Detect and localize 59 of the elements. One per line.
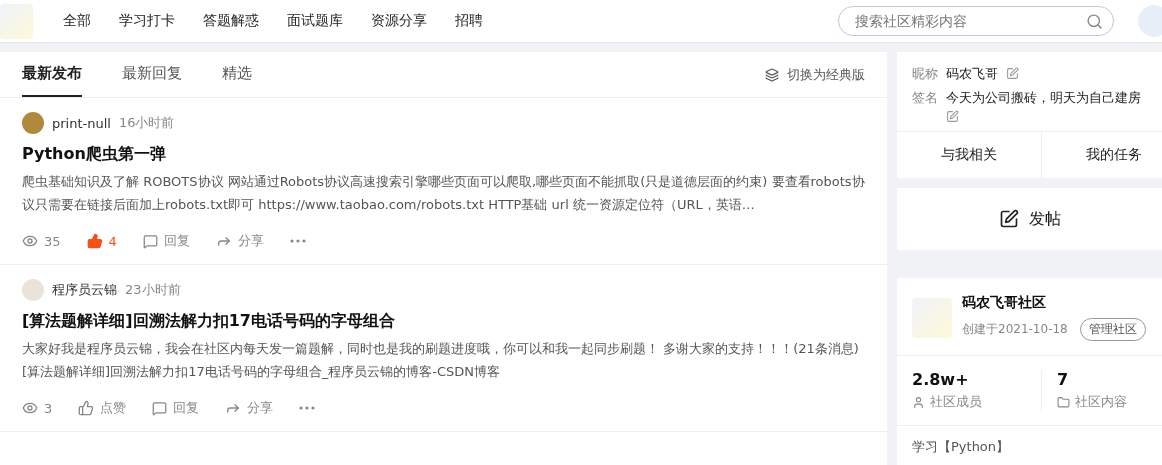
pen-icon: [998, 209, 1019, 229]
feed-tab[interactable]: 最新回复: [122, 52, 182, 97]
nav-link[interactable]: 面试题库: [287, 12, 343, 30]
nickname: 码农飞哥: [946, 65, 998, 83]
like-button[interactable]: 点赞: [78, 399, 127, 417]
author-name[interactable]: 程序员云锦: [52, 281, 117, 299]
edit-icon[interactable]: [946, 110, 959, 123]
profile-link[interactable]: 我的任务: [1042, 132, 1162, 178]
feed-tab[interactable]: 精选: [222, 52, 252, 97]
reply-button[interactable]: 回复: [142, 232, 190, 250]
nav-link[interactable]: 答题解惑: [203, 12, 259, 30]
comment-icon: [152, 400, 168, 416]
post-title[interactable]: Python爬虫第一弹: [22, 144, 865, 165]
stat-value: 7: [1057, 370, 1070, 389]
manage-button[interactable]: 管理社区: [1079, 318, 1146, 341]
community-name[interactable]: 码农飞哥社区: [962, 294, 1146, 312]
switch-view-link[interactable]: 切换为经典版: [765, 65, 865, 84]
community-logo: [912, 297, 952, 338]
folder-icon: [1057, 395, 1070, 409]
person-icon: [912, 395, 925, 409]
nav-link[interactable]: 资源分享: [371, 12, 427, 30]
post-excerpt: 大家好我是程序员云锦，我会在社区内每天发一篇题解，同时也是我的刷题进度哦，你可以和我一起同步刷题！ 多谢大家的支持！！！(21条消息) [算法题解详细]回溯法解力扣17电话号码的字母组合_程序员云锦的博客-CSDN博客: [22, 340, 860, 381]
more-icon: [299, 406, 316, 410]
thumbs-up-icon: [78, 400, 95, 416]
stat-label: 社区内容: [1075, 393, 1127, 411]
post-title[interactable]: [算法题解详细]回溯法解力扣17电话号码的字母组合: [22, 311, 865, 332]
eye-icon: [22, 233, 38, 249]
nav-link[interactable]: 学习打卡: [119, 12, 175, 30]
profile-link[interactable]: 与我相关: [897, 132, 1042, 178]
thumbs-up-icon: [86, 233, 103, 249]
author-avatar[interactable]: [22, 112, 44, 134]
field-label: 昵称: [912, 65, 938, 83]
search-icon[interactable]: [1086, 12, 1103, 30]
view-count: 3: [22, 400, 53, 416]
stat-label: 社区成员: [930, 393, 982, 411]
share-button[interactable]: 分享: [215, 232, 264, 250]
edit-icon[interactable]: [1006, 67, 1019, 80]
layout-icon: [765, 67, 779, 82]
created-date: 创建于2021-10-18: [962, 321, 1068, 338]
field-label: 签名: [912, 89, 938, 107]
post-time: 16小时前: [118, 114, 175, 132]
stat-value: 2.8w+: [912, 370, 970, 389]
post-time: 23小时前: [125, 281, 181, 299]
more-button[interactable]: [299, 406, 316, 410]
view-count: 35: [22, 233, 61, 249]
feed-tab[interactable]: 最新发布: [22, 52, 82, 97]
nav-link[interactable]: 全部: [63, 12, 91, 30]
nav-link[interactable]: 招聘: [455, 12, 483, 30]
comment-icon: [142, 233, 158, 249]
post-excerpt: 爬虫基础知识及了解 ROBOTS协议 网站通过Robots协议高速搜索引擎哪些页面可以爬取,哪些页面不能抓取(只是道德层面的约束) 要查看robots协议只需要在链接后面加上robots.txt即可 https://www.taobao.com/robots.txt HTTP基础 url 统一资源定位符（URL，英语…: [22, 173, 865, 214]
new-post-button[interactable]: 发帖: [897, 188, 1162, 250]
author-name[interactable]: print-null: [52, 115, 111, 131]
community-intro: 学习【Python】: [911, 438, 1011, 456]
share-button[interactable]: 分享: [225, 399, 274, 417]
signature: 今天为公司搬砖，明天为自己建房: [946, 89, 1141, 107]
eye-icon: [22, 400, 38, 416]
more-button[interactable]: [289, 239, 306, 243]
reply-button[interactable]: 回复: [152, 399, 200, 417]
more-icon: [289, 239, 306, 243]
